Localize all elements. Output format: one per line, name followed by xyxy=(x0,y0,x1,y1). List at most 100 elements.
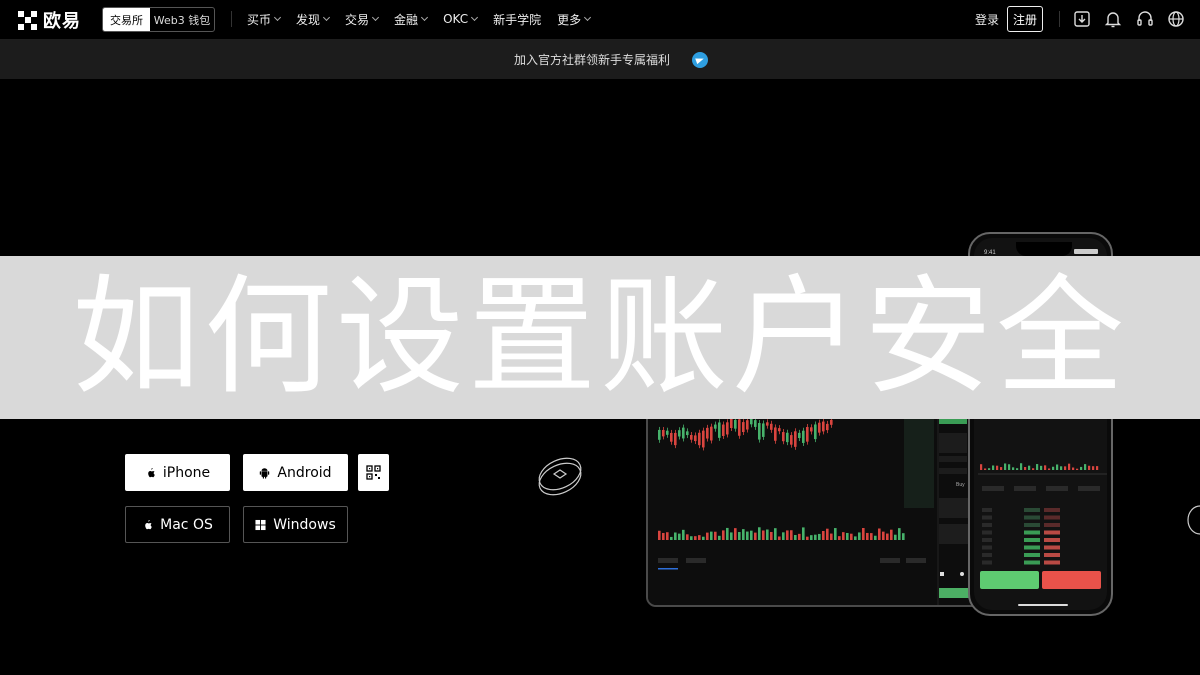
volume-bar xyxy=(682,529,685,540)
macos-label: Mac OS xyxy=(160,516,213,533)
active-tab-indicator xyxy=(658,568,678,570)
volume-bar xyxy=(794,534,797,540)
candle-body xyxy=(666,430,669,435)
candle-body xyxy=(722,424,725,436)
candle-body xyxy=(702,430,705,448)
candle-body xyxy=(774,427,777,441)
volume-bar xyxy=(822,531,825,540)
globe-icon[interactable] xyxy=(1166,9,1186,29)
iphone-label: iPhone xyxy=(162,464,211,481)
book-ask xyxy=(1044,515,1060,520)
volume-bar xyxy=(714,531,717,540)
candle-body xyxy=(726,422,729,435)
phone-tab-stub xyxy=(1014,486,1036,491)
volume-bar xyxy=(770,531,773,540)
telegram-icon[interactable] xyxy=(692,51,708,68)
candle-body xyxy=(678,430,681,437)
windows-download-button[interactable]: Windows xyxy=(243,506,348,543)
top-navigation-bar: 欧易 交易所 Web3 钱包 买币 发现 交易 金融 OKC 新手学院 更多 登… xyxy=(0,0,1200,40)
divider xyxy=(231,11,232,27)
volume-bar xyxy=(658,530,661,540)
phone-volume-bar xyxy=(1064,466,1067,470)
nav-item-finance[interactable]: 金融 xyxy=(394,11,429,28)
book-row-label xyxy=(982,523,992,527)
book-row-label xyxy=(982,508,992,512)
chevron-down-icon xyxy=(584,13,592,22)
volume-bar xyxy=(898,528,901,540)
phone-order-book xyxy=(982,508,1060,565)
volume-bar xyxy=(742,529,745,540)
volume-bar xyxy=(670,536,673,540)
order-book-row xyxy=(939,456,967,462)
book-row-label xyxy=(982,553,992,557)
phone-volume-bar xyxy=(1084,464,1087,470)
phone-volume-bar xyxy=(1072,467,1075,470)
candle-body xyxy=(730,418,733,429)
android-download-button[interactable]: Android xyxy=(243,454,348,491)
volume-bar xyxy=(702,536,705,540)
candle-body xyxy=(810,427,813,432)
nav-item-buy-crypto[interactable]: 买币 xyxy=(247,11,282,28)
volume-bar xyxy=(786,530,789,540)
candle-body xyxy=(682,427,685,439)
headset-icon[interactable] xyxy=(1135,9,1155,29)
candle-body xyxy=(790,435,793,445)
nav-item-academy[interactable]: 新手学院 xyxy=(493,11,541,28)
nav-label: OKC xyxy=(443,12,469,26)
candle-body xyxy=(670,432,673,442)
book-bid xyxy=(1024,515,1040,520)
download-icon[interactable] xyxy=(1072,9,1092,29)
login-link[interactable]: 登录 xyxy=(975,11,999,28)
nav-item-discover[interactable]: 发现 xyxy=(296,11,331,28)
book-ask xyxy=(1044,560,1060,565)
nav-item-okc[interactable]: OKC xyxy=(443,12,479,26)
candle-body xyxy=(742,422,745,433)
volume-bar xyxy=(734,528,737,540)
exchange-tab[interactable]: 交易所 xyxy=(103,8,150,31)
nav-item-more[interactable]: 更多 xyxy=(557,11,592,28)
macos-download-button[interactable]: Mac OS xyxy=(125,506,230,543)
product-switcher: 交易所 Web3 钱包 xyxy=(102,7,215,32)
volume-bar xyxy=(850,533,853,540)
phone-tab-stub xyxy=(1046,486,1068,491)
volume-bar xyxy=(726,527,729,540)
nav-label: 更多 xyxy=(557,12,582,27)
community-banner[interactable]: 加入官方社群领新手专属福利 xyxy=(0,40,1200,79)
volume-bar xyxy=(826,528,829,540)
volume-bar xyxy=(838,536,841,540)
candle-body xyxy=(770,423,773,430)
book-ask xyxy=(1044,538,1060,542)
qr-code-button[interactable] xyxy=(358,454,389,491)
bell-icon[interactable] xyxy=(1103,9,1123,29)
candle-body xyxy=(794,431,797,447)
web3-wallet-tab[interactable]: Web3 钱包 xyxy=(150,8,214,31)
register-button[interactable]: 注册 xyxy=(1007,6,1043,32)
iphone-download-button[interactable]: iPhone xyxy=(125,454,230,491)
phone-volume-bar xyxy=(1028,465,1031,470)
decorative-coin-edge-icon xyxy=(1187,505,1200,535)
volume-bar xyxy=(746,531,749,540)
phone-notch xyxy=(1016,242,1072,256)
candle-body xyxy=(830,419,833,425)
nav-label: 买币 xyxy=(247,12,272,27)
price-input xyxy=(939,498,969,518)
phone-volume-bar xyxy=(996,465,999,470)
volume-bar xyxy=(690,536,693,540)
android-label: Android xyxy=(277,464,332,481)
volume-bar xyxy=(678,533,681,540)
volume-bar xyxy=(866,532,869,540)
banner-text: 加入官方社群领新手专属福利 xyxy=(513,53,670,67)
book-row-label xyxy=(982,560,992,565)
phone-volume-bar xyxy=(1044,465,1047,470)
book-bid xyxy=(1024,523,1040,527)
volume-bar xyxy=(854,536,857,540)
nav-item-trade[interactable]: 交易 xyxy=(345,11,380,28)
volume-bar xyxy=(750,530,753,540)
phone-volume-bar xyxy=(1000,467,1003,470)
okx-logo[interactable]: 欧易 xyxy=(18,8,81,32)
phone-volume-bar xyxy=(1076,468,1079,470)
volume-bar xyxy=(842,532,845,540)
book-row-label xyxy=(982,545,992,550)
phone-tab-stub xyxy=(982,486,1004,491)
phone-tab-stub xyxy=(1078,486,1100,491)
